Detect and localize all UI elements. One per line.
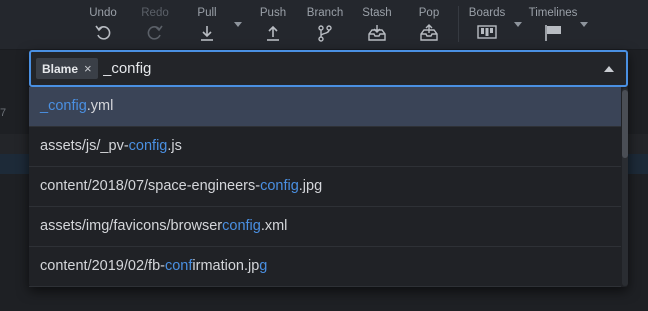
toolbar: Undo Redo Pull Push Branch Stash Pop Boa… [0,0,648,50]
result-item[interactable]: assets/js/_pv-config.js [29,127,621,167]
timelines-dropdown-icon[interactable] [580,22,588,27]
branch-icon [318,25,332,42]
timelines-icon [545,25,561,41]
chip-close-icon[interactable]: × [84,61,92,76]
path-text: .js [167,138,182,154]
search-bar: Blame × [29,50,628,87]
toolbar-divider [458,6,459,42]
path-text: .jpg [298,178,323,194]
push-icon [267,25,279,41]
background-text: 7 [0,107,7,119]
match-highlight: _config [40,98,87,114]
undo-icon [95,25,111,40]
pop-label: Pop [418,7,440,19]
pull-dropdown-icon[interactable] [234,22,242,27]
result-item[interactable]: content/2018/07/space-engineers-config.j… [29,167,621,207]
match-highlight: config [128,138,168,154]
stash-label: Stash [362,7,392,19]
search-input[interactable] [103,58,583,79]
stash-button[interactable]: Stash [353,7,401,47]
file-search-popup: Blame × _config.ymlassets/js/_pv-config.… [29,50,628,287]
boards-icon [477,25,497,39]
path-text: content/2019/02/fb- [40,258,165,274]
branch-button[interactable]: Branch [301,7,349,47]
redo-button[interactable]: Redo [131,7,179,47]
push-button[interactable]: Push [249,7,297,47]
pull-label: Pull [197,7,217,19]
blame-chip: Blame × [36,58,98,79]
chip-label: Blame [42,61,79,76]
pop-icon [420,24,438,41]
path-text: assets/img/favicons/browser [40,218,223,234]
push-label: Push [259,7,287,19]
boards-label: Boards [468,7,506,19]
match-highlight: g [259,258,268,274]
pop-button[interactable]: Pop [405,7,453,47]
scrollbar-thumb[interactable] [622,90,628,158]
pull-icon [201,26,213,41]
collapse-arrow-icon[interactable] [604,66,614,72]
scrollbar[interactable] [622,88,628,286]
path-text: .yml [86,98,114,114]
path-text: assets/js/_pv- [40,138,129,154]
timelines-button[interactable]: Timelines [526,7,580,47]
branch-label: Branch [306,7,344,19]
result-item[interactable]: _config.yml [29,87,621,127]
undo-button[interactable]: Undo [79,7,127,47]
stash-icon [368,25,386,41]
result-item[interactable]: content/2019/02/fb-confirmation.jpg [29,247,621,287]
path-text: rmation.jp [195,258,260,274]
boards-button[interactable]: Boards [463,7,511,47]
pull-button[interactable]: Pull [183,7,231,47]
match-highlight: conf [164,258,193,274]
boards-dropdown-icon[interactable] [514,22,522,27]
redo-icon [147,25,163,40]
result-item[interactable]: assets/img/favicons/browserconfig.xml [29,207,621,247]
path-text: content/2018/07/space-engineers- [40,178,261,194]
redo-label: Redo [141,7,169,19]
match-highlight: config [260,178,299,194]
undo-label: Undo [89,7,117,19]
timelines-label: Timelines [528,7,578,19]
path-text: .xml [260,218,288,234]
match-highlight: config [222,218,261,234]
results-list: _config.yml assets/js/_pv-config.js conten… [29,87,621,287]
